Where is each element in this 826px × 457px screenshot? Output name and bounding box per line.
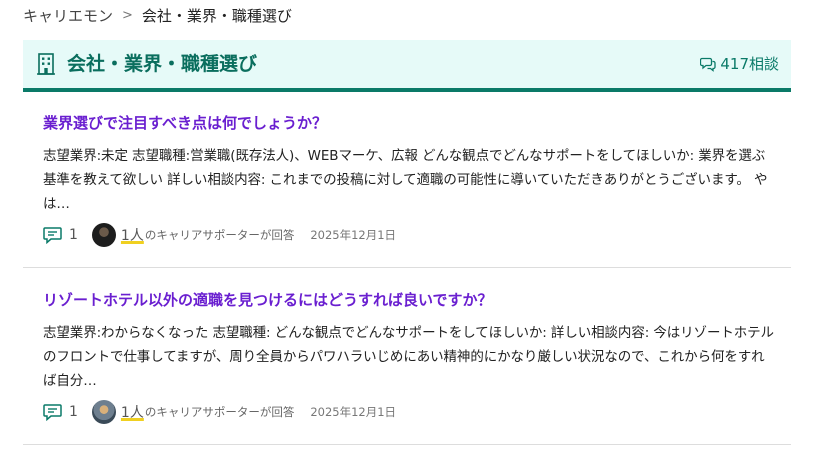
answerer-label: のキャリアサポーターが回答 <box>144 405 295 419</box>
question-meta: 1 1人 のキャリアサポーターが回答 2025年12月1日 <box>43 222 396 248</box>
page-title: 会社・業界・職種選び <box>67 53 258 75</box>
question-title[interactable]: リゾートホテル以外の適職を見つけるにはどうすれば良いですか？ <box>43 289 493 311</box>
question-card[interactable]: リゾートホテル以外の適職を見つけるにはどうすれば良いですか？ 志望業界:わからな… <box>23 268 791 445</box>
building-icon <box>37 53 55 75</box>
consult-count-label: 417相談 <box>720 55 779 73</box>
avatar <box>91 400 116 424</box>
breadcrumb-separator: > <box>122 8 133 23</box>
question-title[interactable]: 業界選びで注目すべき点は何でしょうか？ <box>43 112 327 134</box>
comment-icon <box>43 226 62 244</box>
breadcrumb-home-link[interactable]: キャリエモン <box>23 5 113 27</box>
comment-count-value: 1 <box>69 404 78 420</box>
avatar <box>91 223 116 247</box>
comment-count-value: 1 <box>69 227 78 243</box>
question-date: 2025年12月1日 <box>310 405 397 419</box>
comment-count: 1 <box>43 403 78 421</box>
answerer-label: のキャリアサポーターが回答 <box>144 228 295 242</box>
question-date: 2025年12月1日 <box>310 228 397 242</box>
answerer-count: 1人 <box>120 228 144 244</box>
question-meta: 1 1人 のキャリアサポーターが回答 2025年12月1日 <box>43 399 396 425</box>
question-body: 志望業界:わからなくなった 志望職種: どんな観点でどんなサポートをしてほしいか… <box>43 325 774 389</box>
comment-count: 1 <box>43 226 78 244</box>
consult-count[interactable]: 417相談 <box>700 54 779 74</box>
question-card[interactable]: 業界選びで注目すべき点は何でしょうか？ 志望業界:未定 志望職種:営業職(既存法… <box>23 92 791 268</box>
category-header: 会社・業界・職種選び 417相談 <box>23 40 791 92</box>
page: キャリエモン > 会社・業界・職種選び 会社・業界・職種選び 417相談 業界選… <box>0 0 826 457</box>
breadcrumb-current: 会社・業界・職種選び <box>141 7 292 25</box>
speech-bubbles-icon <box>700 57 717 72</box>
answerer-count: 1人 <box>120 405 144 421</box>
question-body: 志望業界:未定 志望職種:営業職(既存法人)、WEBマーケ、広報 どんな観点でど… <box>43 148 768 212</box>
breadcrumb: キャリエモン > 会社・業界・職種選び <box>23 5 292 27</box>
comment-icon <box>43 403 62 421</box>
